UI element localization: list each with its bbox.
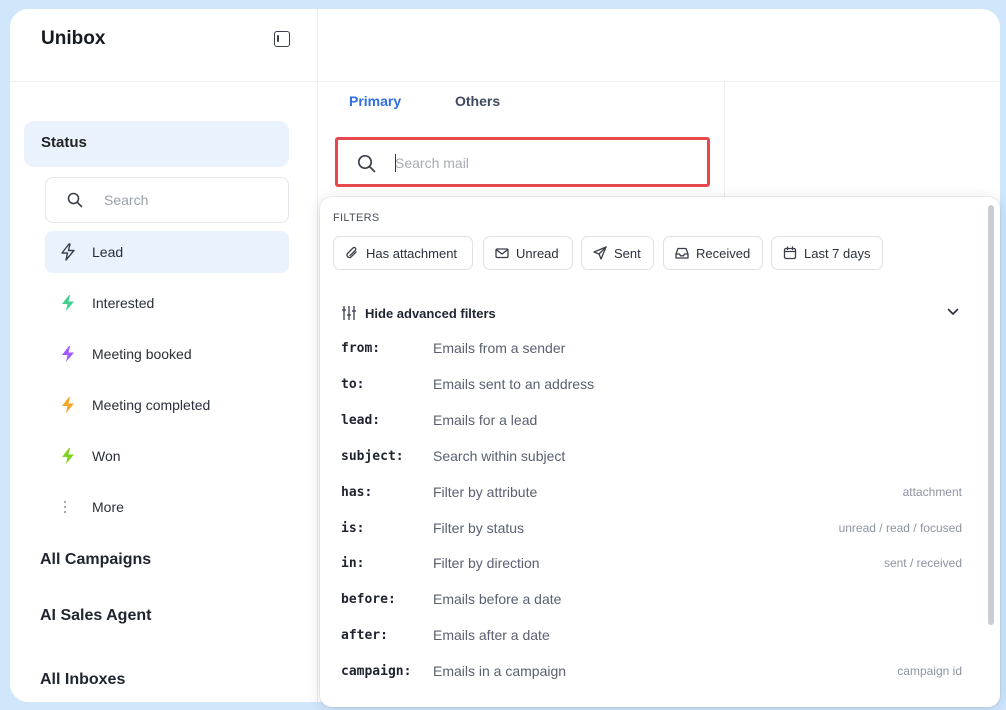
status-section-header[interactable]: Status <box>24 121 289 167</box>
envelope-icon <box>495 248 509 259</box>
status-item-label: More <box>92 499 124 515</box>
status-item[interactable]: Meeting completed <box>45 384 289 426</box>
search-operator-row[interactable]: subject: Search within subject <box>320 442 980 472</box>
ai-sales-agent-link[interactable]: AI Sales Agent <box>40 607 151 625</box>
search-operator-row[interactable]: is: Filter by status unread / read / focus… <box>320 514 980 544</box>
sliders-icon <box>342 306 356 320</box>
tab-others[interactable]: Others <box>455 93 500 109</box>
operator-key: is: <box>341 520 365 536</box>
search-operator-row[interactable]: to: Emails sent to an address <box>320 370 980 400</box>
filter-chip[interactable]: Has attachment <box>333 236 473 270</box>
dropdown-scrollbar[interactable] <box>988 205 994 625</box>
search-operator-row[interactable]: before: Emails before a date <box>320 585 980 615</box>
operator-key: before: <box>341 592 396 608</box>
status-search-input[interactable] <box>104 189 274 211</box>
operator-hint: sent / received <box>883 556 962 571</box>
operator-key: from: <box>341 341 381 356</box>
more-vertical-icon <box>63 500 67 514</box>
operator-hint: unread / read / focused <box>838 520 962 535</box>
app-title: Unibox <box>41 28 106 49</box>
filters-title: FILTERS <box>333 212 380 224</box>
operator-description: Emails in a campaign <box>433 663 567 680</box>
top-bar <box>319 9 1000 82</box>
operator-description: Emails for a lead <box>433 411 538 428</box>
filter-chip-label: Has attachment <box>366 246 458 261</box>
brand-bar: Unibox <box>10 9 318 82</box>
status-label: Status <box>41 134 87 151</box>
operator-key: after: <box>341 628 388 644</box>
operator-key: campaign: <box>341 664 412 680</box>
lightning-icon <box>62 397 74 413</box>
filter-chip[interactable]: Sent <box>581 236 654 270</box>
advanced-filters-label: Hide advanced filters <box>365 306 496 321</box>
lightning-outline-icon <box>61 243 75 261</box>
search-operator-row[interactable]: from: Emails from a sender <box>320 334 980 364</box>
lightning-icon <box>62 295 74 311</box>
filter-chip[interactable]: Last 7 days <box>771 236 883 270</box>
operator-description: Emails sent to an address <box>433 375 595 392</box>
send-icon <box>593 246 607 260</box>
paperclip-icon <box>346 246 357 259</box>
operator-description: Search within subject <box>433 447 566 464</box>
search-operator-row[interactable]: after: Emails after a date <box>320 621 980 651</box>
search-icon <box>67 192 83 208</box>
filter-chip[interactable]: Received <box>663 236 763 270</box>
lightning-icon <box>62 346 74 362</box>
filter-chip-label: Received <box>696 246 751 261</box>
chevron-down-icon[interactable] <box>947 308 959 316</box>
all-inboxes-link[interactable]: All Inboxes <box>40 671 125 689</box>
operator-description: Filter by attribute <box>433 483 538 500</box>
operator-key: has: <box>341 484 373 500</box>
status-item-label: Lead <box>92 244 124 260</box>
operator-key: in: <box>341 556 365 572</box>
tab-primary[interactable]: Primary <box>349 93 401 109</box>
operator-key: lead: <box>341 412 381 428</box>
status-item-label: Interested <box>92 295 155 311</box>
inbox-icon <box>675 247 689 259</box>
status-item[interactable]: Lead <box>45 231 289 273</box>
status-item-label: Won <box>92 448 121 464</box>
calendar-icon <box>783 246 797 260</box>
mail-search-input[interactable] <box>395 152 685 174</box>
operator-description: Emails after a date <box>433 627 550 644</box>
operator-key: to: <box>341 376 365 392</box>
status-item-label: Meeting completed <box>92 397 211 413</box>
status-item[interactable]: Interested <box>45 282 289 324</box>
search-operator-row[interactable]: campaign: Emails in a campaign campaign id <box>320 657 980 687</box>
search-operator-row[interactable]: in: Filter by direction sent / received <box>320 549 980 579</box>
operator-description: Emails from a sender <box>433 340 566 356</box>
search-operator-row[interactable]: lead: Emails for a lead <box>320 406 980 436</box>
filter-chip[interactable]: Unread <box>483 236 573 270</box>
search-icon <box>357 154 376 173</box>
status-search-box[interactable] <box>45 177 289 223</box>
search-operator-row[interactable]: has: Filter by attribute attachment <box>320 478 980 508</box>
lightning-icon <box>62 448 74 464</box>
operator-hint: attachment <box>902 484 962 499</box>
operator-key: subject: <box>341 448 404 464</box>
operator-description: Filter by direction <box>433 555 540 572</box>
operator-hint: campaign id <box>897 664 962 679</box>
status-item[interactable]: Meeting booked <box>45 333 289 375</box>
status-item[interactable]: Won <box>45 435 289 477</box>
operator-description: Emails before a date <box>433 591 562 608</box>
collapse-sidebar-icon[interactable] <box>274 31 290 47</box>
filter-chip-label: Sent <box>614 246 641 261</box>
all-campaigns-link[interactable]: All Campaigns <box>40 551 151 569</box>
filter-chip-label: Last 7 days <box>804 246 871 261</box>
status-item-label: Meeting booked <box>92 346 192 362</box>
mail-search-box[interactable] <box>335 137 710 187</box>
filter-chip-label: Unread <box>516 246 559 261</box>
operator-description: Filter by status <box>433 519 525 536</box>
status-item[interactable]: More <box>45 486 289 528</box>
